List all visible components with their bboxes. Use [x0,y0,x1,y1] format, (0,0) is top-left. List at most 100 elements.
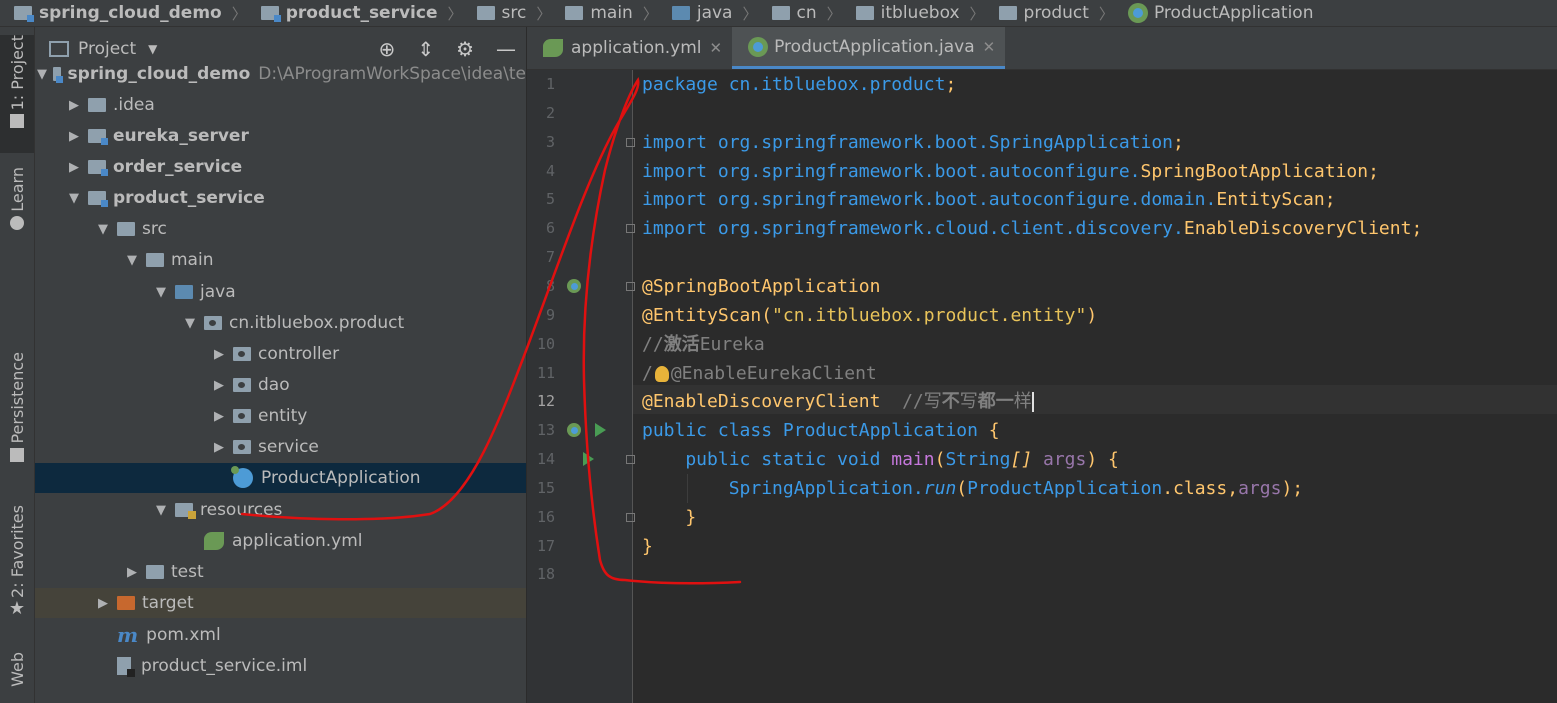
chevron-right-icon: 〉 [1098,4,1114,23]
breadcrumb-item[interactable]: ProductApplication [1114,3,1313,23]
tree-item[interactable]: ▶ entity [35,401,526,431]
breadcrumb-item[interactable]: spring_cloud_demo 〉 [0,3,247,24]
expanded-arrow-icon[interactable]: ▼ [153,285,169,300]
code-line[interactable]: import org.springframework.boot.SpringAp… [642,128,1184,157]
chevron-down-icon[interactable]: ▼ [148,42,157,56]
run-icon[interactable] [583,452,594,467]
code-line[interactable]: import org.springframework.boot.autoconf… [642,185,1336,214]
web-tool-tab[interactable]: Web [0,652,34,702]
expanded-arrow-icon[interactable]: ▼ [124,253,140,268]
gear-icon[interactable]: ⚙ [456,37,474,61]
tree-item[interactable]: m pom.xml [35,620,526,650]
tree-item[interactable]: ▶ eureka_server [35,121,526,151]
code-line[interactable]: @EnableDiscoveryClient //写不写都一样 [642,387,1034,416]
fold-marker-icon[interactable] [626,512,635,522]
code-line[interactable]: } [642,503,696,532]
collapsed-arrow-icon[interactable]: ▶ [95,596,111,611]
spring-bean-icon[interactable] [567,278,581,293]
tree-item-label: controller [258,344,340,364]
code-line[interactable]: } [642,532,653,561]
breadcrumb-item[interactable]: itbluebox 〉 [842,3,985,24]
code-line[interactable]: package cn.itbluebox.product; [642,70,956,99]
run-icon[interactable] [595,423,606,438]
tree-item[interactable]: ProductApplication [35,463,526,493]
tree-item[interactable]: ▶ service [35,432,526,462]
collapsed-arrow-icon[interactable]: ▶ [66,129,82,144]
expanded-arrow-icon[interactable]: ▼ [66,191,82,206]
tree-item[interactable]: ▶ order_service [35,152,526,182]
source-folder-icon [671,6,690,20]
learn-tool-tab[interactable]: Learn [0,167,34,247]
code-line[interactable]: import org.springframework.boot.autoconf… [642,157,1379,186]
tree-item[interactable]: ▶ dao [35,370,526,400]
collapse-all-icon[interactable]: ⇕ [417,37,434,61]
tree-item[interactable]: ▶ .idea [35,90,526,120]
tree-item[interactable]: ▼ cn.itbluebox.product [35,308,526,338]
code-line[interactable]: import org.springframework.cloud.client.… [642,214,1422,243]
persistence-tool-tab[interactable]: Persistence [0,352,34,482]
fold-marker-icon[interactable] [626,281,635,291]
editor-tab[interactable]: ProductApplication.java ✕ [732,27,1006,69]
breadcrumb-item[interactable]: product 〉 [985,3,1114,24]
code-line[interactable]: SpringApplication.run(ProductApplication… [642,474,1303,503]
breadcrumb-item[interactable]: product_service 〉 [247,3,463,24]
collapsed-arrow-icon[interactable]: ▶ [124,565,140,580]
breadcrumb-item[interactable]: main 〉 [551,3,658,24]
line-number: 7 [545,248,555,267]
code-line[interactable]: public static void main(String[] args) { [642,445,1119,474]
fold-marker-icon[interactable] [626,137,635,147]
code-editor[interactable]: 1 2 3 4 5 6 7 8 9 10 11 12 13 14 15 16 17 18 package cn.i… [527,70,1557,703]
collapsed-arrow-icon[interactable]: ▶ [211,440,227,455]
lightbulb-icon[interactable] [654,365,669,382]
code-token: SpringBootApplication [1140,160,1369,182]
hide-panel-icon[interactable]: — [496,37,516,61]
text-cursor [1031,392,1034,413]
favorites-tool-tab[interactable]: 2: Favorites ★ [0,505,34,630]
tree-item[interactable]: ▼ spring_cloud_demo D:\AProgramWorkSpace\i… [35,59,526,89]
tree-item[interactable]: ▶ test [35,557,526,587]
tree-item[interactable]: ▼ product_service [35,183,526,213]
code-line[interactable]: //激活Eureka [642,330,765,359]
expanded-arrow-icon[interactable]: ▼ [37,67,47,82]
fold-marker-icon[interactable] [626,224,635,234]
tree-item[interactable]: ▼ resources [35,495,526,525]
editor-tab[interactable]: application.yml ✕ [527,27,732,69]
code-token: 激活 [663,333,700,355]
project-panel-title[interactable]: Project [78,39,136,59]
code-line[interactable]: @EntityScan("cn.itbluebox.product.entity… [642,301,1097,330]
code-line[interactable]: / @EnableEurekaClient [642,359,877,388]
tree-item[interactable]: ▼ main [35,245,526,275]
tree-item[interactable]: product_service.iml [35,651,526,681]
breadcrumb-item[interactable]: src 〉 [463,3,552,24]
tree-item[interactable]: ▼ java [35,277,526,307]
collapsed-arrow-icon[interactable]: ▶ [66,98,82,113]
expanded-arrow-icon[interactable]: ▼ [95,222,111,237]
close-icon[interactable]: ✕ [983,38,996,56]
code-token: ProductApplication [967,477,1163,499]
code-line[interactable]: public class ProductApplication { [642,416,1000,445]
collapsed-arrow-icon[interactable]: ▶ [211,409,227,424]
collapsed-arrow-icon[interactable]: ▶ [211,378,227,393]
breadcrumb-item[interactable]: java 〉 [658,3,758,24]
breadcrumb-item[interactable]: cn 〉 [758,3,842,24]
spring-bean-icon[interactable] [567,423,581,438]
project-tool-tab[interactable]: 1: Project [0,35,34,153]
tree-item-path: D:\AProgramWorkSpace\idea\te [258,64,526,84]
collapsed-arrow-icon[interactable]: ▶ [211,347,227,362]
tree-item[interactable]: ▼ src [35,214,526,244]
expanded-arrow-icon[interactable]: ▼ [182,316,198,331]
tree-item-label: spring_cloud_demo [67,64,251,84]
close-icon[interactable]: ✕ [710,39,723,57]
code-token: import [642,160,718,182]
tree-item[interactable]: ▶ controller [35,339,526,369]
chevron-right-icon: 〉 [536,4,552,23]
collapsed-arrow-icon[interactable]: ▶ [66,160,82,175]
tree-item[interactable]: ▶ target [35,588,526,618]
locate-file-icon[interactable]: ⊕ [379,37,396,61]
code-line[interactable]: @SpringBootApplication [642,272,880,301]
tree-item[interactable]: application.yml [35,526,526,556]
fold-marker-icon[interactable] [626,455,635,465]
expanded-arrow-icon[interactable]: ▼ [153,503,169,518]
code-token: 不 [941,391,960,413]
chevron-right-icon: 〉 [969,4,985,23]
